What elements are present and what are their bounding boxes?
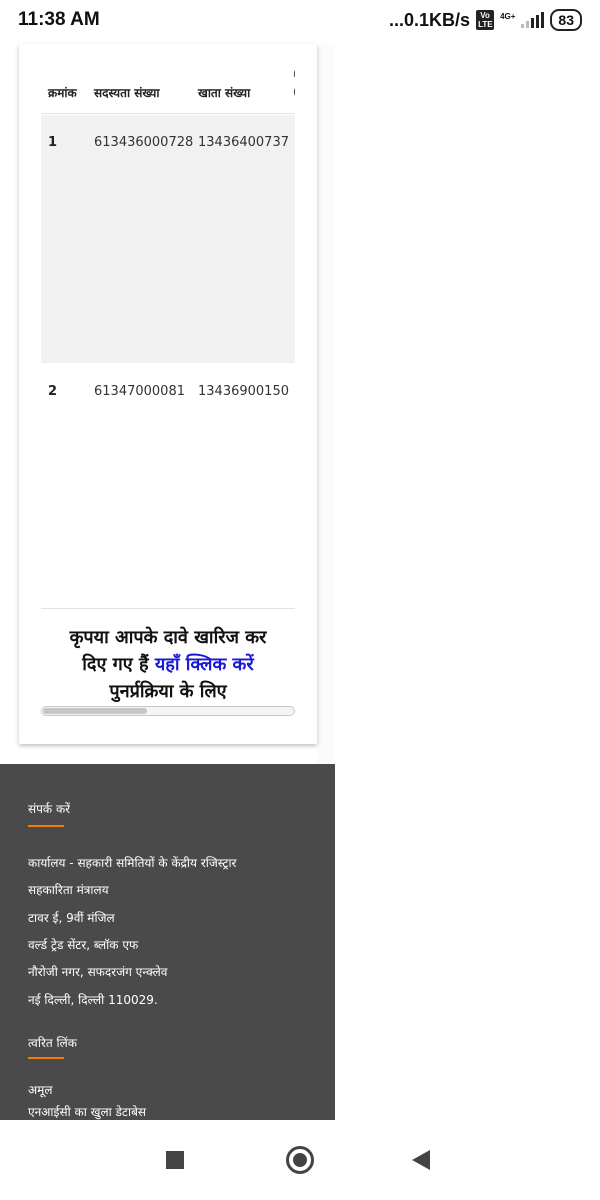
footer: संपर्क करें कार्यालय - सहकारी समितियों क… [0,764,335,1120]
back-icon[interactable] [412,1150,430,1170]
membership-number: 61347000081 [94,384,185,399]
accent-underline [28,1057,64,1059]
click-here-link[interactable]: यहाँ क्लिक करें [155,654,254,675]
signal-icon [521,12,545,28]
column-header-truncated: (( [293,66,295,102]
address-line: कार्यालय - सहकारी समितियों के केंद्रीय र… [28,856,237,870]
status-bar: 11:38 AM ...0.1KB/s Vo LTE 4G+ 83 [0,0,600,44]
quick-link[interactable]: एनआईसी का खुला डेटाबेस [28,1103,146,1120]
status-indicators: ...0.1KB/s Vo LTE 4G+ 83 [389,9,582,31]
claims-table[interactable]: क्रमांक सदस्यता संख्या खाता संख्या (( 1 … [41,44,295,604]
resubmit-message: कृपया आपके दावे खारिज कर दिए गए हैं यहाँ… [41,624,295,705]
row-index: 1 [48,135,58,150]
navigation-bar [0,1120,600,1200]
claims-card: क्रमांक सदस्यता संख्या खाता संख्या (( 1 … [19,44,317,744]
address-line: सहकारिता मंत्रालय [28,883,109,897]
divider [41,608,295,609]
table-row[interactable]: 1 613436000728 13436400737 [41,115,295,363]
table-header: क्रमांक सदस्यता संख्या खाता संख्या (( [41,44,295,114]
column-header-account: खाता संख्या [198,86,251,100]
battery-icon: 83 [550,9,582,31]
address-line: वर्ल्ड ट्रेड सेंटर, ब्लॉक एफ [28,938,139,952]
home-icon[interactable] [286,1146,314,1174]
accent-underline [28,825,64,827]
account-number: 13436900150 [198,384,289,399]
quick-link[interactable]: अमूल [28,1081,52,1098]
table-row[interactable]: 2 61347000081 13436900150 [41,364,295,604]
row-index: 2 [48,384,58,399]
address-line: नौरोजी नगर, सफदरजंग एन्क्लेव [28,965,168,979]
quick-links-title: त्वरित लिंक [28,1036,77,1050]
membership-number: 613436000728 [94,135,194,150]
status-time: 11:38 AM [18,9,100,30]
contact-title: संपर्क करें [28,802,71,816]
message-line: पुनर्प्रक्रिया के लिए [109,681,227,702]
column-header-index: क्रमांक [48,86,77,100]
scrollbar-thumb[interactable] [43,708,147,714]
page-edge [317,44,335,764]
address-line: नई दिल्ली, दिल्ली 110029. [28,993,158,1007]
network-type-icon: 4G+ [500,11,516,21]
message-line: दिए गए हैं यहाँ क्लिक करें [41,651,295,678]
column-header-membership: सदस्यता संख्या [94,86,160,100]
volte-icon: Vo LTE [476,10,495,30]
account-number: 13436400737 [198,135,289,150]
network-speed: ...0.1KB/s [389,9,471,30]
recent-apps-icon[interactable] [166,1151,184,1169]
message-text: दिए गए हैं [82,654,155,675]
horizontal-scrollbar[interactable] [41,706,295,716]
address-line: टावर ई, 9वीं मंजिल [28,911,115,925]
message-line: कृपया आपके दावे खारिज कर [69,627,267,648]
